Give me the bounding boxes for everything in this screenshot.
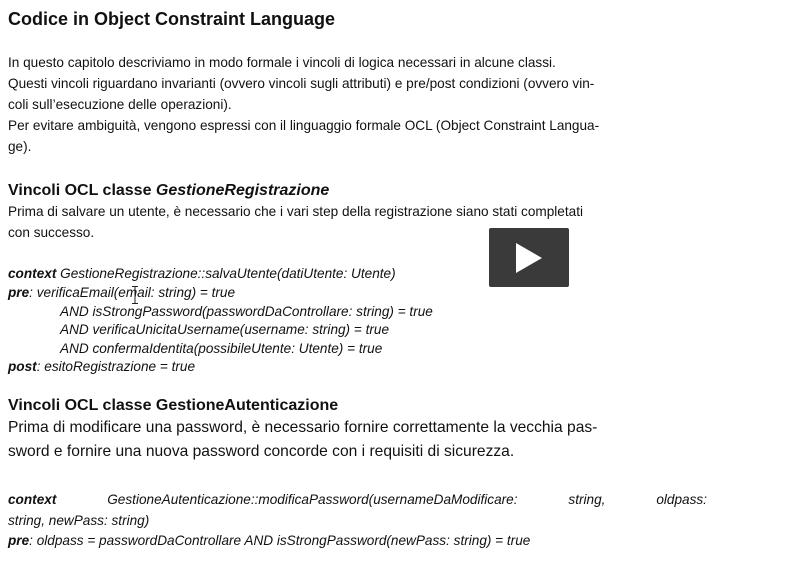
code1-and-line-1: AND isStrongPassword(passwordDaControlla… xyxy=(60,304,433,319)
video-play-button[interactable] xyxy=(489,228,569,287)
code1-pre-keyword: pre xyxy=(8,285,30,300)
code2-pre-line: pre: oldpass = passwordDaControllare AND… xyxy=(8,531,530,550)
code2-pre-keyword: pre xyxy=(8,533,30,548)
code1-post-keyword: post xyxy=(8,359,37,374)
code2-context-keyword: context xyxy=(8,492,57,507)
section2-heading: Vincoli OCL classe GestioneAutenticazion… xyxy=(8,397,339,414)
intro-line-1: In questo capitolo descriviamo in modo f… xyxy=(8,55,556,70)
code2-context-part-3: oldpass: xyxy=(656,492,707,507)
section1-desc-line-2: con successo. xyxy=(8,225,95,240)
intro-line-5: ge). xyxy=(8,139,32,154)
code2-pre-text: : oldpass = passwordDaControllare AND is… xyxy=(29,533,531,548)
section2-desc-line-1: Prima di modificare una password, è nece… xyxy=(8,419,598,436)
section1-heading-prefix: Vincoli OCL classe xyxy=(8,182,156,199)
code1-context-text: GestioneRegistrazione::salvaUtente(datiU… xyxy=(60,266,396,281)
intro-line-3: coli sull’esecuzione delle operazioni). xyxy=(8,97,232,112)
text-cursor-icon xyxy=(132,286,138,304)
code1-pre-line: pre: verificaEmail(email: string) = true xyxy=(8,283,235,302)
intro-line-4: Per evitare ambiguità, vengono espressi … xyxy=(8,118,600,133)
section1-heading-class: GestioneRegistrazione xyxy=(155,182,330,199)
code2-context-part-1: GestioneAutenticazione::modificaPassword… xyxy=(107,492,518,507)
code1-post-text: : esitoRegistrazione = true xyxy=(36,359,196,374)
page-title: Codice in Object Constraint Language xyxy=(8,9,336,29)
code1-and-line-3: AND confermaIdentita(possibileUtente: Ut… xyxy=(60,341,383,356)
code2-context-part-2: string, xyxy=(568,492,606,507)
section1-heading: Vincoli OCL classe GestioneRegistrazione xyxy=(8,182,329,200)
code1-context-keyword: context xyxy=(8,266,57,281)
code2-context-line: context GestioneAutenticazione::modifica… xyxy=(8,490,707,509)
code1-and-line-2: AND verificaUnicitaUsername(username: st… xyxy=(60,322,390,337)
code2-context-line-2: string, newPass: string) xyxy=(8,513,150,528)
code1-post-line: post: esitoRegistrazione = true xyxy=(8,357,195,376)
code1-context-line: context GestioneRegistrazione::salvaUten… xyxy=(8,264,396,283)
section1-desc-line-1: Prima di salvare un utente, è necessario… xyxy=(8,204,584,219)
intro-line-2: Questi vincoli riguardano invarianti (ov… xyxy=(8,76,595,91)
section2-desc-line-2: sword e fornire una nuova password conco… xyxy=(8,443,515,460)
play-icon xyxy=(516,242,542,273)
